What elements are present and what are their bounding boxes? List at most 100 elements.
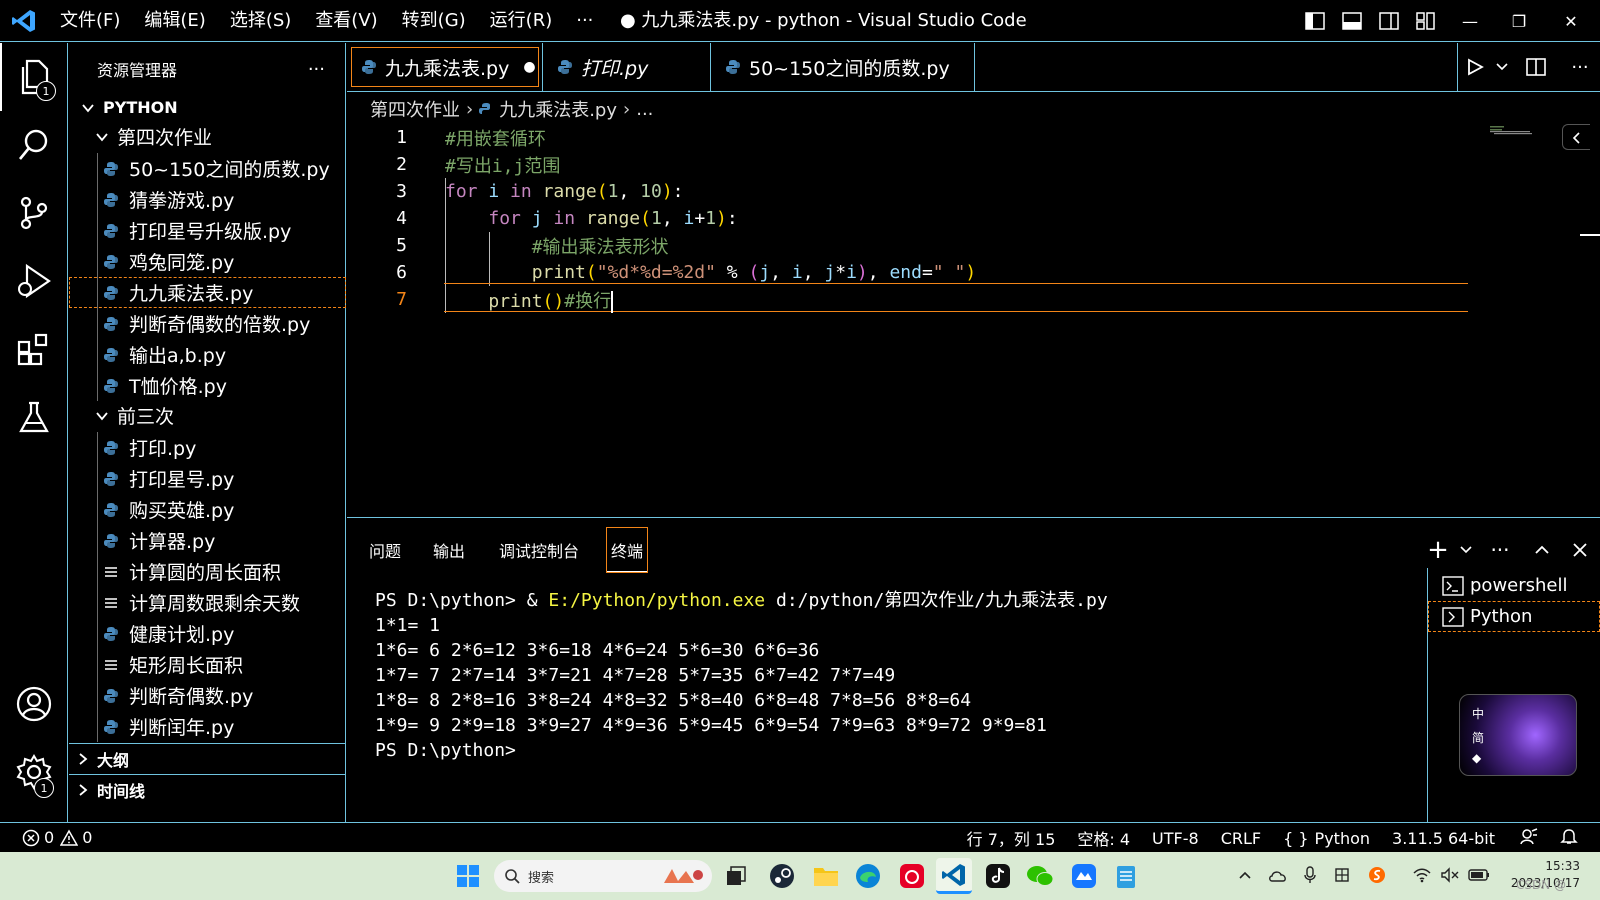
search-icon[interactable] [0, 111, 68, 179]
run-debug-icon[interactable] [0, 247, 68, 315]
menu-file[interactable]: 文件(F) [48, 0, 132, 42]
testing-icon[interactable] [0, 383, 68, 451]
volume-muted-icon[interactable] [1440, 866, 1460, 886]
run-python-icon[interactable] [1458, 58, 1492, 76]
menu-more[interactable]: ··· [564, 0, 605, 42]
maximize-panel-chevron-up-icon[interactable] [1524, 542, 1560, 558]
wifi-icon[interactable] [1412, 867, 1432, 886]
tab-debug-console[interactable]: 调试控制台 [499, 528, 579, 572]
battery-icon[interactable] [1468, 868, 1490, 885]
onedrive-cloud-icon[interactable] [1268, 868, 1288, 885]
edge-browser-icon[interactable] [850, 858, 886, 894]
close-panel-icon[interactable] [1560, 542, 1600, 558]
file-item[interactable]: 输出a,b.py [69, 339, 346, 370]
task-view-icon[interactable] [718, 858, 754, 894]
steam-icon[interactable] [764, 858, 800, 894]
file-item[interactable]: 打印星号升级版.py [69, 215, 346, 246]
code-editor[interactable]: 1 #用嵌套循环 2 #写出i,j范围 3 for i in range(1, … [347, 124, 1600, 516]
file-item[interactable]: 计算圆的周长面积 [69, 556, 346, 587]
menu-edit[interactable]: 编辑(E) [132, 0, 217, 42]
panel-more-icon[interactable]: ··· [1476, 538, 1524, 562]
file-item[interactable]: 猜拳游戏.py [69, 184, 346, 215]
netease-music-icon[interactable] [894, 858, 930, 894]
file-item[interactable]: 50~150之间的质数.py [69, 153, 346, 184]
menu-view[interactable]: 查看(V) [303, 0, 389, 42]
wechat-icon[interactable] [1022, 858, 1058, 894]
ime-status-icon[interactable] [1334, 867, 1350, 886]
new-terminal-plus-icon[interactable]: + [1420, 535, 1456, 565]
toggle-panel-icon[interactable] [1333, 0, 1370, 42]
tab-primes[interactable]: 50~150之间的质数.py [711, 43, 975, 91]
file-item[interactable]: 判断奇偶数.py [69, 680, 346, 711]
vscode-taskbar-icon[interactable] [936, 858, 972, 894]
folder-homework4[interactable]: 第四次作业 [69, 121, 346, 152]
file-item[interactable]: 购买英雄.py [69, 494, 346, 525]
folder-previous-three[interactable]: 前三次 [69, 400, 346, 431]
tab-problems[interactable]: 问题 [369, 528, 401, 572]
collapse-chevron-icon[interactable] [1562, 124, 1590, 150]
breadcrumb-file[interactable]: 九九乘法表.py [499, 96, 617, 122]
taskbar-search[interactable]: 搜索 [494, 860, 712, 892]
terminal-dropdown-chevron-icon[interactable] [1456, 544, 1476, 556]
file-explorer-icon[interactable] [808, 858, 844, 894]
feishu-app-icon[interactable] [1066, 858, 1102, 894]
file-item[interactable]: 鸡兔同笼.py [69, 246, 346, 277]
customize-layout-icon[interactable] [1407, 0, 1444, 42]
file-item[interactable]: 健康计划.py [69, 618, 346, 649]
cursor-position[interactable]: 行 7，列 15 [956, 826, 1067, 850]
tab-output[interactable]: 输出 [433, 528, 465, 572]
ime-floating-widget[interactable]: 中 简 ◆ [1459, 694, 1577, 776]
run-dropdown-chevron-icon[interactable] [1492, 61, 1512, 73]
split-editor-icon[interactable] [1512, 57, 1560, 77]
minimize-button[interactable]: — [1444, 0, 1496, 42]
folder-root-python[interactable]: PYTHON [69, 92, 346, 123]
tab-multiplication-table[interactable]: 九九乘法表.py ● [347, 43, 543, 91]
terminal-item-powershell[interactable]: powershell [1428, 570, 1600, 601]
toggle-secondary-sidebar-icon[interactable] [1370, 0, 1407, 42]
explorer-icon[interactable]: 1 [0, 43, 68, 111]
feedback-icon[interactable] [1506, 827, 1552, 849]
file-item[interactable]: 打印星号.py [69, 463, 346, 494]
language-mode[interactable]: Python [1309, 829, 1381, 848]
menu-selection[interactable]: 选择(S) [218, 0, 303, 42]
file-item[interactable]: 计算周数跟剩余天数 [69, 587, 346, 618]
file-item[interactable]: 矩形周长面积 [69, 649, 346, 680]
source-control-icon[interactable] [0, 179, 68, 247]
terminal-item-python[interactable]: Python [1428, 601, 1600, 632]
notifications-bell-icon[interactable] [1552, 827, 1600, 849]
sogou-icon[interactable] [1368, 866, 1386, 887]
menu-go[interactable]: 转到(G) [390, 0, 478, 42]
terminal-output[interactable]: PS D:\python> & E:/Python/python.exe d:/… [375, 588, 1108, 763]
tray-chevron-up-icon[interactable] [1238, 868, 1252, 885]
file-item[interactable]: 判断奇偶数的倍数.py [69, 308, 346, 339]
breadcrumb-folder[interactable]: 第四次作业 [370, 96, 460, 122]
file-item[interactable]: 计算器.py [69, 525, 346, 556]
minimap[interactable] [1490, 126, 1540, 136]
file-item[interactable]: 九九乘法表.py [69, 277, 346, 308]
timeline-section[interactable]: 时间线 [69, 774, 346, 805]
start-windows-icon[interactable] [450, 858, 486, 894]
restore-button[interactable]: ❐ [1496, 0, 1542, 42]
sidebar-more-button[interactable]: ··· [308, 59, 325, 80]
notepad-icon[interactable] [1108, 858, 1144, 894]
file-item[interactable]: T恤价格.py [69, 370, 346, 401]
file-item[interactable]: 打印.py [69, 432, 346, 463]
microphone-icon[interactable] [1304, 865, 1316, 887]
unsaved-dot-icon[interactable]: ● [523, 59, 535, 75]
tab-print[interactable]: 打印.py [543, 43, 711, 91]
menu-run[interactable]: 运行(R) [478, 0, 565, 42]
indentation[interactable]: 空格: 4 [1066, 826, 1141, 850]
encoding[interactable]: UTF-8 [1141, 829, 1210, 848]
accounts-icon[interactable] [0, 670, 68, 738]
file-item[interactable]: 判断闰年.py [69, 711, 346, 742]
close-button[interactable]: ✕ [1542, 0, 1600, 42]
python-interpreter[interactable]: 3.11.5 64-bit [1381, 829, 1506, 848]
problems-status[interactable]: 0 0 [0, 828, 92, 847]
breadcrumb-symbol[interactable]: ... [636, 99, 653, 120]
extensions-icon[interactable] [0, 315, 68, 383]
tab-terminal[interactable]: 终端 [605, 527, 649, 573]
editor-more-icon[interactable]: ··· [1560, 57, 1600, 78]
outline-section[interactable]: 大纲 [69, 743, 346, 774]
settings-gear-icon[interactable]: 1 [0, 738, 68, 806]
line-ending[interactable]: CRLF [1210, 829, 1272, 848]
